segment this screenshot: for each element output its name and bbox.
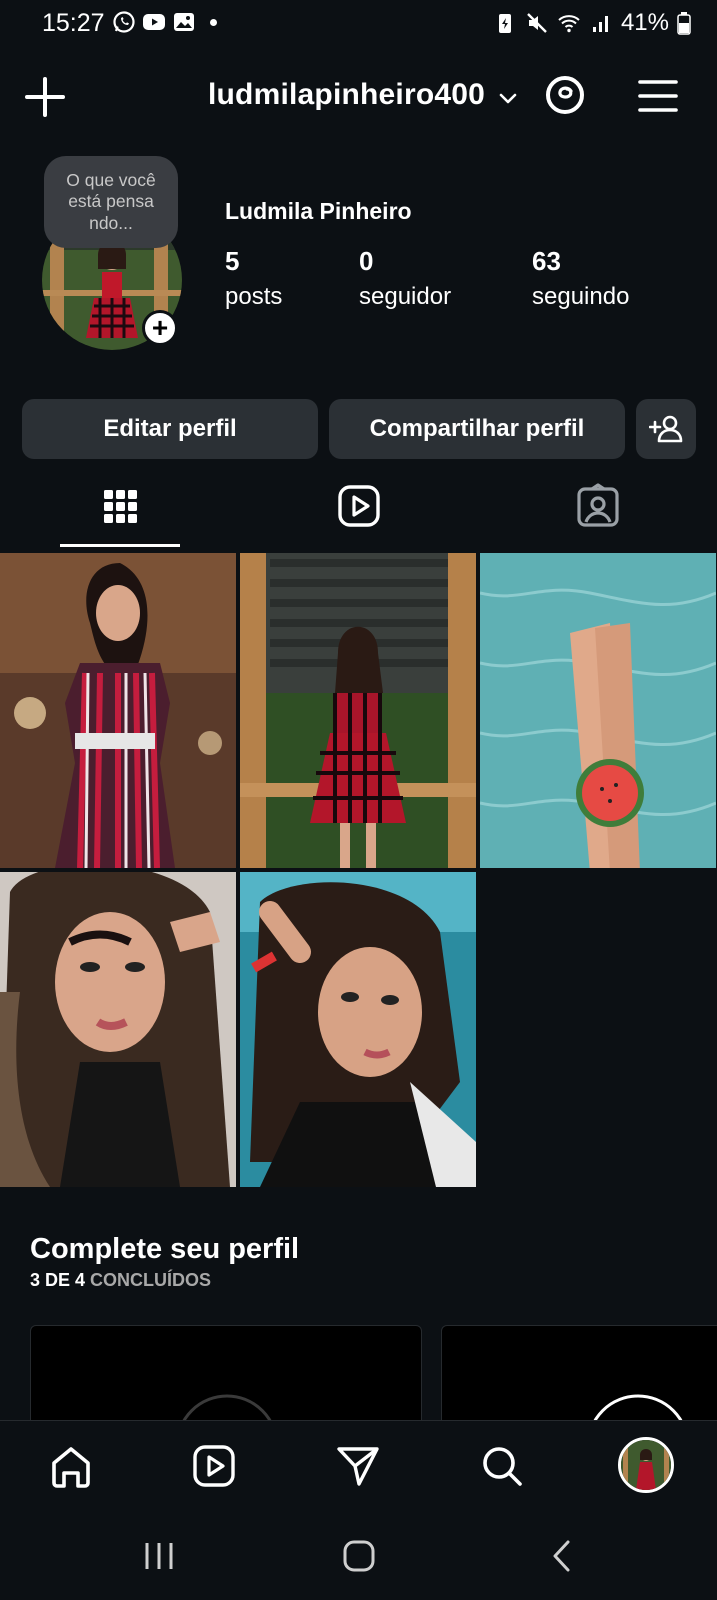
youtube-icon <box>143 14 165 30</box>
battery-percentage: 41% <box>620 9 669 36</box>
direct-message-icon[interactable] <box>335 1443 381 1489</box>
stat-value: 5 <box>225 246 240 276</box>
signal-icon <box>592 16 608 32</box>
recents-icon[interactable] <box>141 1538 177 1574</box>
mute-icon <box>527 13 547 33</box>
back-icon[interactable] <box>544 1538 580 1574</box>
reels-icon[interactable] <box>191 1443 237 1489</box>
progress-label: CONCLUÍDOS <box>90 1270 212 1290</box>
stat-value: 0 <box>359 246 374 276</box>
username-switcher[interactable]: ludmilapinheiro400 <box>208 78 485 112</box>
edit-profile-button[interactable]: Editar perfil <box>22 399 318 459</box>
post-thumbnail[interactable] <box>0 872 236 1187</box>
share-profile-button[interactable]: Compartilhar perfil <box>329 399 625 459</box>
search-icon[interactable] <box>479 1443 525 1489</box>
notification-icons <box>112 10 217 34</box>
reels-icon[interactable] <box>335 482 383 530</box>
home-icon[interactable] <box>341 1538 377 1574</box>
stat-value: 63 <box>532 246 561 276</box>
post-thumbnail[interactable] <box>0 553 236 868</box>
active-tab-indicator <box>60 544 180 547</box>
post-thumbnail[interactable] <box>240 553 476 868</box>
whatsapp-icon <box>113 11 135 33</box>
complete-profile-title: Complete seu perfil <box>30 1233 300 1265</box>
stat-posts[interactable]: 5 posts <box>225 246 282 311</box>
stat-label: seguindo <box>532 283 630 310</box>
grid-icon[interactable] <box>96 482 144 530</box>
stat-label: posts <box>225 283 283 310</box>
note-bubble[interactable]: O que você está pensa ndo... <box>44 156 178 248</box>
stat-followers[interactable]: 0 seguidor <box>359 246 451 311</box>
profile-header: ludmilapinheiro400 <box>0 62 717 134</box>
system-navigation <box>0 1510 717 1600</box>
battery-icon <box>677 12 691 35</box>
threads-icon[interactable] <box>542 72 588 118</box>
wifi-icon <box>558 15 580 33</box>
chevron-down-icon[interactable] <box>496 86 520 110</box>
system-status-icons: 41% <box>493 9 691 37</box>
gallery-icon <box>174 13 194 31</box>
home-icon[interactable] <box>48 1443 94 1489</box>
add-person-icon <box>649 415 683 443</box>
create-plus-icon[interactable] <box>22 74 68 120</box>
tagged-icon[interactable] <box>574 482 622 530</box>
complete-profile-progress: 3 DE 4 CONCLUÍDOS <box>30 1270 211 1291</box>
progress-count: 3 DE 4 <box>30 1270 86 1290</box>
bottom-navigation <box>0 1420 717 1510</box>
stat-label: seguidor <box>359 283 452 310</box>
stat-following[interactable]: 63 seguindo <box>532 246 629 311</box>
battery-saver-icon <box>498 14 511 33</box>
status-bar: 15:27 41% <box>0 0 717 48</box>
post-thumbnail[interactable] <box>480 553 716 868</box>
profile-tab-avatar[interactable] <box>618 1437 674 1493</box>
post-thumbnail[interactable] <box>240 872 476 1187</box>
status-time: 15:27 <box>42 9 105 37</box>
more-notifications-dot <box>210 18 217 26</box>
menu-icon[interactable] <box>636 74 680 118</box>
discover-people-button[interactable] <box>636 399 696 459</box>
profile-tabs <box>0 474 717 550</box>
add-story-plus-icon[interactable]: + <box>142 310 178 346</box>
display-name: Ludmila Pinheiro <box>225 198 412 224</box>
